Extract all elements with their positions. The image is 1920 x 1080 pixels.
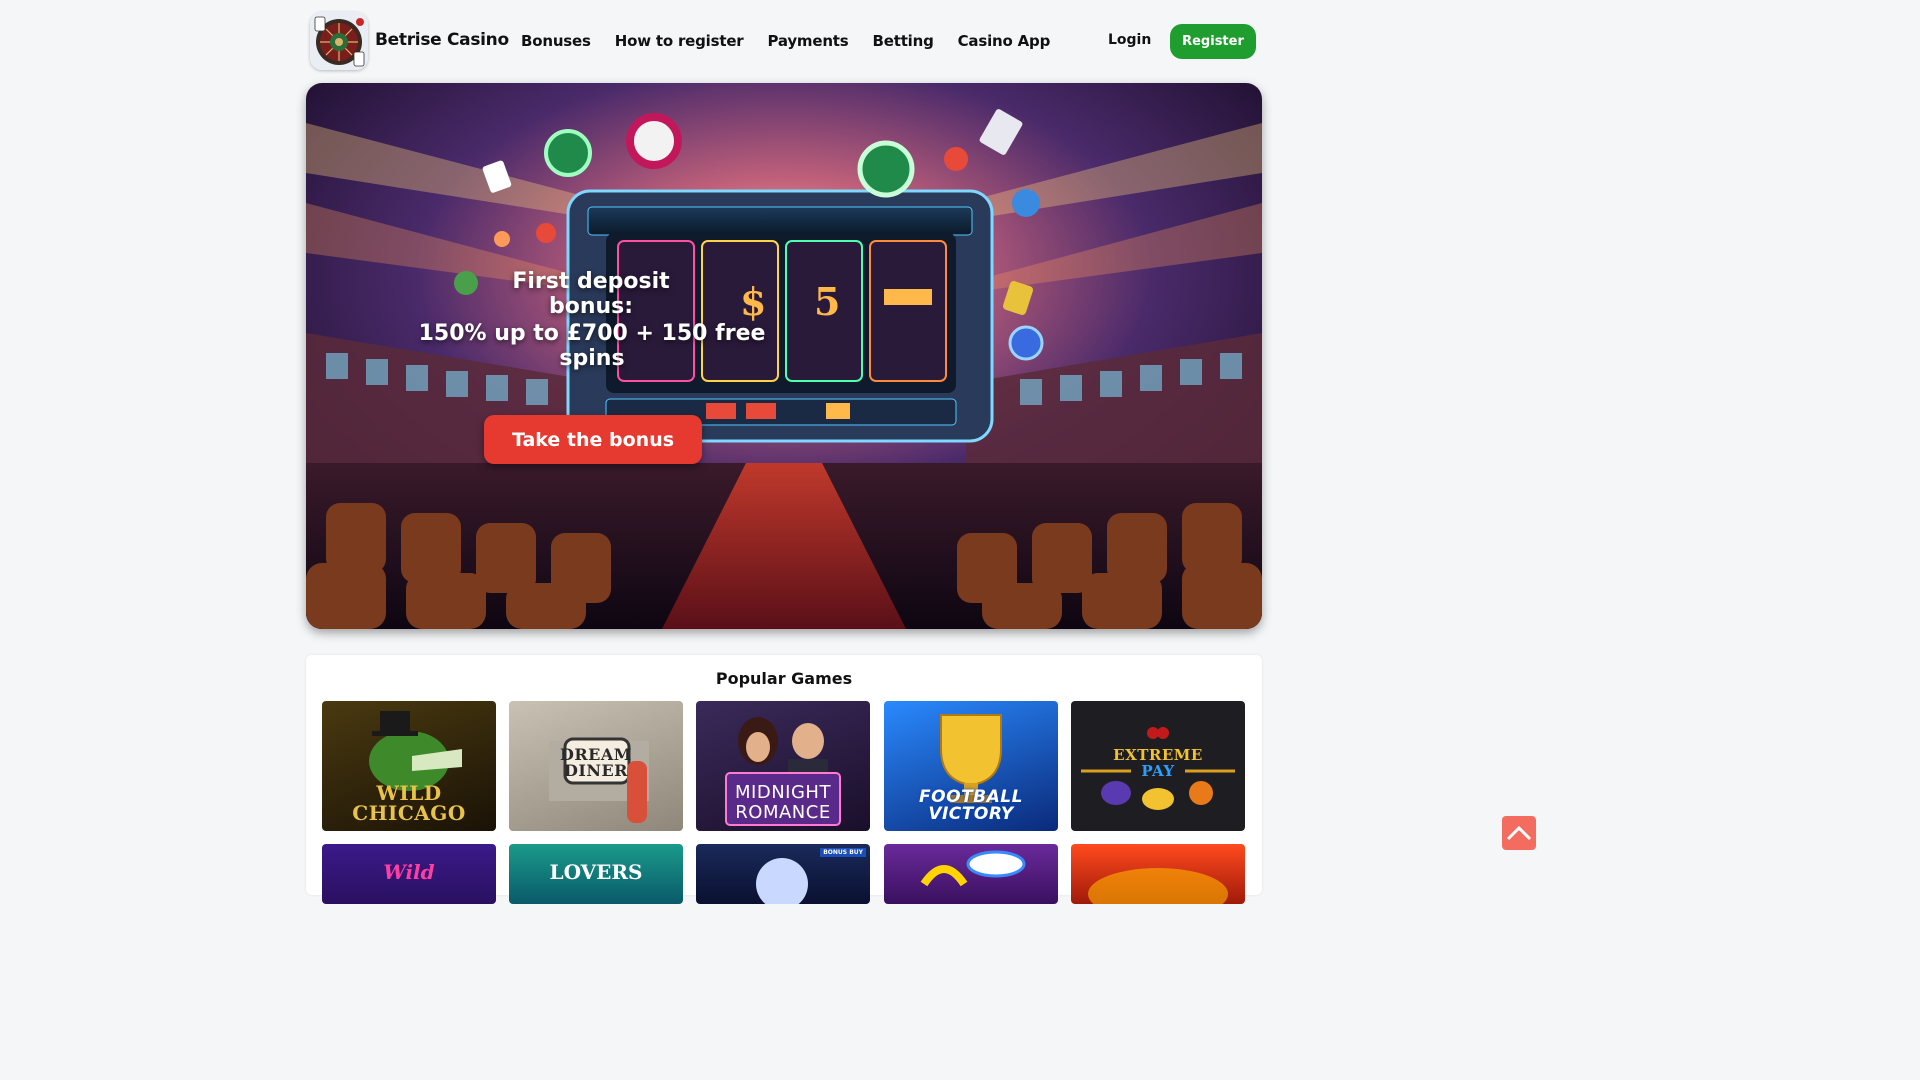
nav-how-to-register[interactable]: How to register — [615, 32, 744, 50]
casino-logo[interactable] — [310, 12, 368, 70]
nav-betting[interactable]: Betting — [873, 32, 934, 50]
brand-name[interactable]: Betrise Casino — [375, 30, 509, 50]
game-tile-wild-chicago[interactable]: WILD CHICAGO — [322, 701, 496, 831]
nav-casino-app[interactable]: Casino App — [958, 32, 1051, 50]
game-tile-wild[interactable]: Wild — [322, 844, 496, 904]
login-button[interactable]: Login — [1108, 32, 1151, 48]
game-tile-midnight-romance[interactable]: MIDNIGHT ROMANCE — [696, 701, 870, 831]
game-title: MIDNIGHT ROMANCE — [735, 782, 831, 823]
nav-bonuses[interactable]: Bonuses — [521, 32, 591, 50]
game-title: WILD CHICAGO — [352, 781, 466, 825]
register-button[interactable]: Register — [1170, 24, 1256, 59]
game-tile-dream-diner[interactable]: DREAM DINER — [509, 701, 683, 831]
game-title: EXTREME PAY — [1113, 746, 1203, 780]
game-tile-lovers[interactable]: LOVERS — [509, 844, 683, 904]
game-tile-crown[interactable] — [884, 844, 1058, 904]
game-tile-extreme-pay[interactable]: EXTREME PAY — [1071, 701, 1245, 831]
game-tile-football-victory[interactable]: FOOTBALL VICTORY — [884, 701, 1058, 831]
hero-banner: $ 5 First deposit bonus: 150% up to £700… — [306, 83, 1262, 629]
main-nav: Bonuses How to register Payments Betting… — [521, 32, 1050, 50]
section-title: Popular Games — [715, 669, 853, 688]
game-tile-wolf-moon[interactable]: BONUS BUY — [696, 844, 870, 904]
game-tile-fire[interactable] — [1071, 844, 1245, 904]
take-bonus-button[interactable]: Take the bonus — [484, 415, 702, 464]
scroll-to-top-button[interactable] — [1502, 816, 1536, 850]
hero-bonus-heading: First deposit bonus: — [512, 269, 670, 319]
roulette-logo-icon — [310, 12, 368, 70]
bonus-buy-badge: BONUS BUY — [820, 848, 866, 857]
hero-bonus-offer: 150% up to £700 + 150 free spins — [418, 321, 766, 371]
fire-art-icon — [1088, 868, 1228, 904]
game-title: FOOTBALL VICTORY — [919, 787, 1023, 824]
svg-text:5: 5 — [814, 279, 840, 324]
game-title: LOVERS — [549, 860, 643, 884]
chevron-up-icon — [1506, 825, 1532, 841]
nav-payments[interactable]: Payments — [768, 32, 849, 50]
banana-art-icon — [920, 850, 1026, 887]
site-header: Betrise Casino Bonuses How to register P… — [308, 10, 1260, 72]
game-title: DREAM DINER — [560, 745, 632, 780]
svg-text:$: $ — [740, 279, 766, 324]
game-title: Wild — [383, 860, 435, 884]
popular-games-section: Popular Games WILD CHICAGO DREAM DINER M… — [306, 655, 1262, 904]
